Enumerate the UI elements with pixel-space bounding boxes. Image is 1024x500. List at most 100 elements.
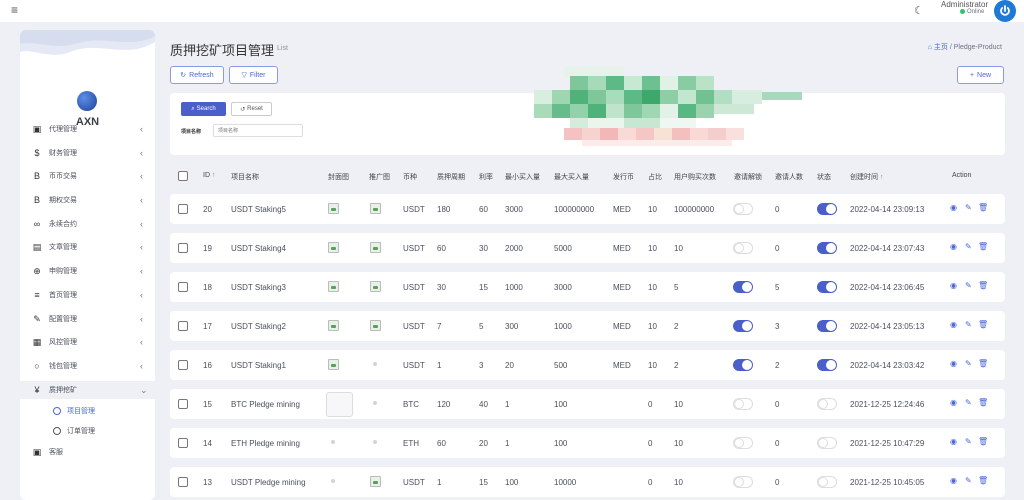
delete-icon[interactable]: 🗑: [978, 320, 988, 329]
sidebar-item[interactable]: ¥ 质押挖矿 ⌄: [20, 381, 155, 399]
row-checkbox[interactable]: [178, 399, 188, 409]
project-name-input[interactable]: [213, 124, 303, 137]
view-icon[interactable]: ◉: [950, 203, 957, 212]
promo-image-icon[interactable]: [370, 281, 381, 292]
invite-unlock-toggle[interactable]: [733, 437, 753, 449]
sidebar-item[interactable]: ▤ 文章管理 ‹: [20, 238, 155, 256]
status-toggle[interactable]: [817, 398, 837, 410]
edit-icon[interactable]: ✎: [965, 281, 972, 290]
delete-icon[interactable]: 🗑: [978, 398, 988, 407]
row-checkbox[interactable]: [178, 360, 188, 370]
promo-image-icon[interactable]: [370, 203, 381, 214]
sidebar-item[interactable]: ▣ 客服: [20, 443, 155, 461]
invite-unlock-toggle[interactable]: [733, 398, 753, 410]
select-all-checkbox[interactable]: [178, 171, 188, 181]
cell-buy-count: 2: [674, 361, 679, 370]
table-row[interactable]: 20 USDT Staking5 USDT 180 60 3000 100000000 MED…: [170, 194, 1005, 224]
sidebar-item[interactable]: ≡ 首页管理 ‹: [20, 286, 155, 304]
view-icon[interactable]: ◉: [950, 476, 957, 485]
edit-icon[interactable]: ✎: [965, 320, 972, 329]
brand-logo-icon[interactable]: [77, 91, 97, 111]
status-toggle[interactable]: [817, 437, 837, 449]
edit-icon[interactable]: ✎: [965, 437, 972, 446]
admin-name[interactable]: Administrator: [941, 0, 988, 9]
view-icon[interactable]: ◉: [950, 398, 957, 407]
dark-mode-icon[interactable]: ☾: [914, 4, 924, 17]
table-row[interactable]: 17 USDT Staking2 USDT 7 5 300 1000 MED 10 2 3 2022-…: [170, 311, 1005, 341]
sidebar-item[interactable]: B 期权交易 ‹: [20, 191, 155, 209]
row-checkbox[interactable]: [178, 477, 188, 487]
column-header-id[interactable]: ID ↑: [203, 172, 215, 179]
row-checkbox[interactable]: [178, 204, 188, 214]
status-toggle[interactable]: [817, 242, 837, 254]
status-toggle[interactable]: [817, 281, 837, 293]
view-icon[interactable]: ◉: [950, 242, 957, 251]
power-icon[interactable]: [994, 0, 1016, 22]
circle-icon: ○: [34, 361, 40, 371]
sidebar-item[interactable]: ⊕ 申购管理 ‹: [20, 262, 155, 280]
filter-button[interactable]: ▽ Filter: [229, 66, 278, 84]
cover-image-icon[interactable]: [328, 320, 339, 331]
status-toggle[interactable]: [817, 476, 837, 488]
sidebar-subitem[interactable]: 订单管理: [20, 424, 155, 438]
column-header-created[interactable]: 创建时间 ↑: [850, 172, 883, 182]
status-toggle[interactable]: [817, 320, 837, 332]
edit-icon[interactable]: ✎: [965, 359, 972, 368]
cover-thumbnail[interactable]: [326, 392, 353, 417]
promo-image-icon[interactable]: [370, 242, 381, 253]
edit-icon[interactable]: ✎: [965, 476, 972, 485]
table-row[interactable]: 13 USDT Pledge mining USDT 1 15 100 10000 0 10 0 2…: [170, 467, 1005, 497]
cover-image-icon[interactable]: [328, 281, 339, 292]
table-row[interactable]: 14 ETH Pledge mining ETH 60 20 1 100 0 10 0 2021-1…: [170, 428, 1005, 458]
edit-icon[interactable]: ✎: [965, 398, 972, 407]
table-row[interactable]: 16 USDT Staking1 USDT 1 3 20 500 MED 10 2 2 2022-04…: [170, 350, 1005, 380]
edit-icon[interactable]: ✎: [965, 203, 972, 212]
status-toggle[interactable]: [817, 203, 837, 215]
table-row[interactable]: 18 USDT Staking3 USDT 30 15 1000 3000 MED 10 5 5 20…: [170, 272, 1005, 302]
view-icon[interactable]: ◉: [950, 359, 957, 368]
view-icon[interactable]: ◉: [950, 437, 957, 446]
invite-unlock-toggle[interactable]: [733, 242, 753, 254]
row-checkbox[interactable]: [178, 438, 188, 448]
status-toggle[interactable]: [817, 359, 837, 371]
row-checkbox[interactable]: [178, 321, 188, 331]
cover-image-icon[interactable]: [328, 242, 339, 253]
invite-unlock-toggle[interactable]: [733, 320, 753, 332]
delete-icon[interactable]: 🗑: [978, 281, 988, 290]
sidebar-item[interactable]: ✎ 配置管理 ‹: [20, 310, 155, 328]
promo-image-icon[interactable]: [370, 476, 381, 487]
sidebar-item[interactable]: ∞ 永续合约 ‹: [20, 215, 155, 233]
delete-icon[interactable]: 🗑: [978, 476, 988, 485]
delete-icon[interactable]: 🗑: [978, 203, 988, 212]
delete-icon[interactable]: 🗑: [978, 437, 988, 446]
filter-icon: ▽: [241, 72, 247, 79]
sidebar-item[interactable]: B 币币交易 ‹: [20, 167, 155, 185]
view-icon[interactable]: ◉: [950, 281, 957, 290]
breadcrumb-home[interactable]: ⌂ 主页: [928, 44, 948, 51]
cover-image-icon[interactable]: [328, 203, 339, 214]
view-icon[interactable]: ◉: [950, 320, 957, 329]
invite-unlock-toggle[interactable]: [733, 203, 753, 215]
search-button[interactable]: ⌕ Search: [181, 102, 226, 116]
invite-unlock-toggle[interactable]: [733, 281, 753, 293]
sidebar-item[interactable]: $ 财务管理 ‹: [20, 144, 155, 162]
invite-unlock-toggle[interactable]: [733, 359, 753, 371]
delete-icon[interactable]: 🗑: [978, 242, 988, 251]
reset-button[interactable]: ↺ Reset: [231, 102, 272, 116]
sidebar-item[interactable]: ○ 钱包管理 ‹: [20, 357, 155, 375]
new-button[interactable]: + New: [957, 66, 1004, 84]
table-row[interactable]: 15 BTC Pledge mining BTC 120 40 1 100 0 10 0 2021-…: [170, 389, 1005, 419]
delete-icon[interactable]: 🗑: [978, 359, 988, 368]
invite-unlock-toggle[interactable]: [733, 476, 753, 488]
row-checkbox[interactable]: [178, 282, 188, 292]
sidebar-item[interactable]: ▣ 代理管理 ‹: [20, 120, 155, 138]
refresh-button[interactable]: ↻ Refresh: [170, 66, 224, 84]
sidebar-item[interactable]: ▦ 风控管理 ‹: [20, 333, 155, 351]
sidebar-subitem[interactable]: 项目管理: [20, 404, 155, 418]
hamburger-menu-icon[interactable]: ≡: [11, 4, 18, 16]
edit-icon[interactable]: ✎: [965, 242, 972, 251]
table-row[interactable]: 19 USDT Staking4 USDT 60 30 2000 5000 MED 10 10 0 2…: [170, 233, 1005, 263]
promo-image-icon[interactable]: [370, 320, 381, 331]
row-checkbox[interactable]: [178, 243, 188, 253]
cover-image-icon[interactable]: [328, 359, 339, 370]
